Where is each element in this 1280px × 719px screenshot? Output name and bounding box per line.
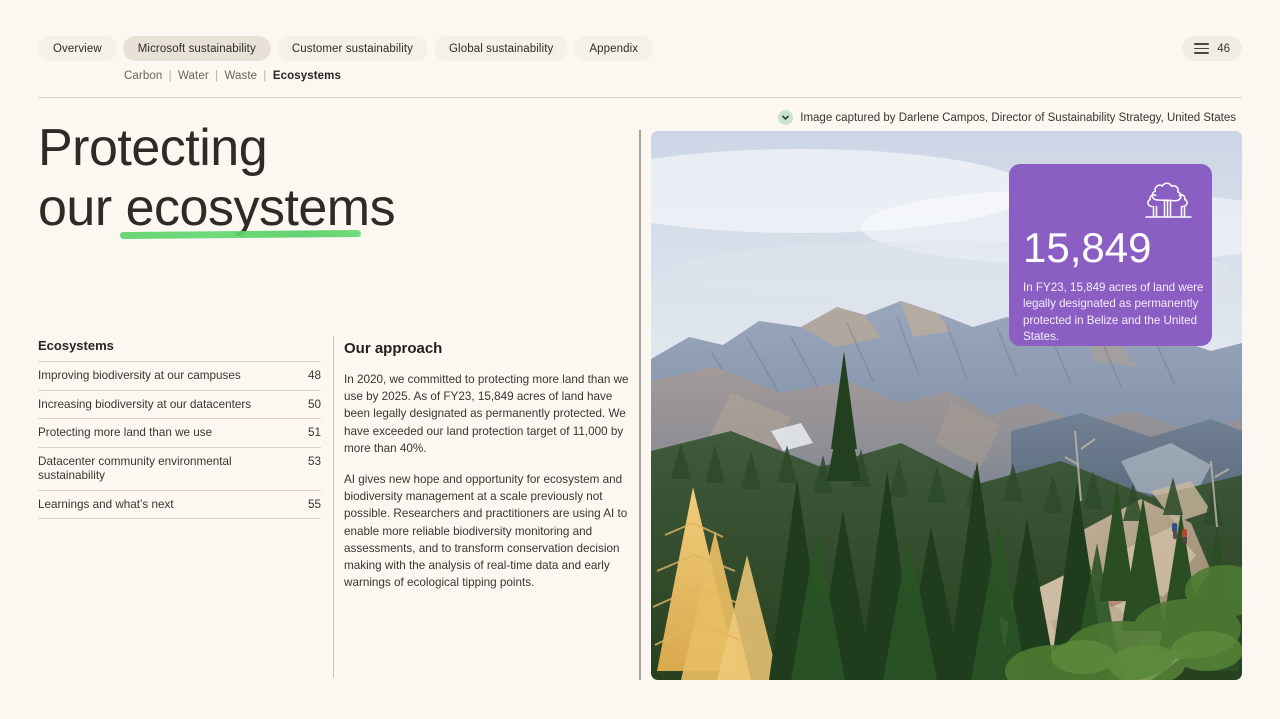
table-row[interactable]: Increasing biodiversity at our datacente… [38, 389, 321, 419]
tab-appendix[interactable]: Appendix [574, 36, 654, 61]
our-approach-paragraph-2: AI gives new hope and opportunity for ec… [344, 473, 628, 590]
toc-item-label: Datacenter community environmental susta… [38, 446, 291, 490]
breadcrumb: Carbon | Water | Waste | Ecosystems [124, 70, 341, 82]
column-divider [333, 336, 334, 678]
page-title-line-1: Protecting [38, 119, 268, 177]
breadcrumb-item-water[interactable]: Water [178, 70, 209, 82]
breadcrumb-separator: | [168, 70, 172, 82]
header-divider [38, 97, 1242, 98]
page-indicator-button[interactable]: 46 [1182, 36, 1242, 61]
breadcrumb-item-carbon[interactable]: Carbon [124, 70, 162, 82]
primary-tab-bar: Overview Microsoft sustainability Custom… [38, 36, 654, 61]
photo-caption: Image captured by Darlene Campos, Direct… [778, 110, 1236, 125]
tab-microsoft-sustainability[interactable]: Microsoft sustainability [122, 36, 271, 61]
toc-item-label: Increasing biodiversity at our datacente… [38, 389, 291, 419]
tab-global-sustainability[interactable]: Global sustainability [434, 36, 569, 61]
chevron-down-circle-icon[interactable] [778, 110, 794, 125]
our-approach-heading: Our approach [344, 340, 443, 357]
tab-customer-sustainability[interactable]: Customer sustainability [276, 36, 429, 61]
toc-item-page: 51 [291, 418, 321, 447]
toc-heading: Ecosystems [38, 338, 114, 353]
table-row[interactable]: Improving biodiversity at our campuses 4… [38, 361, 321, 390]
breadcrumb-separator: | [263, 70, 267, 82]
table-row[interactable]: Learnings and what’s next 55 [38, 489, 321, 519]
tab-overview[interactable]: Overview [38, 36, 117, 61]
breadcrumb-item-ecosystems[interactable]: Ecosystems [273, 70, 341, 82]
stat-description: In FY23, 15,849 acres of land were legal… [1023, 281, 1204, 344]
slide-page: Overview Microsoft sustainability Custom… [0, 0, 1280, 719]
toc-item-label: Improving biodiversity at our campuses [38, 361, 291, 390]
hamburger-menu-icon[interactable] [1194, 43, 1210, 54]
our-approach-paragraph-1: In 2020, we committed to protecting more… [344, 373, 629, 455]
table-row[interactable]: Protecting more land than we use 51 [38, 418, 321, 447]
toc-item-page: 53 [291, 446, 321, 490]
toc-item-page: 50 [291, 389, 321, 419]
photo-column-divider [639, 130, 641, 680]
breadcrumb-item-waste[interactable]: Waste [224, 70, 257, 82]
page-title-line-2: our ecosystems [38, 179, 396, 237]
toc-item-page: 55 [291, 489, 321, 519]
page-title: Protecting our ecosystems [38, 118, 618, 238]
toc-item-label: Protecting more land than we use [38, 418, 291, 447]
toc-item-label: Learnings and what’s next [38, 489, 291, 519]
table-of-contents: Ecosystems Improving biodiversity at our… [38, 338, 321, 519]
stat-callout-card: 15,849 In FY23, 15,849 acres of land wer… [1009, 164, 1212, 346]
page-number: 46 [1217, 42, 1230, 55]
toc-item-page: 48 [291, 361, 321, 390]
our-approach-section: Our approach In 2020, we committed to pr… [344, 340, 632, 605]
stat-value: 15,849 [1023, 224, 1152, 271]
table-row[interactable]: Datacenter community environmental susta… [38, 446, 321, 490]
breadcrumb-separator: | [215, 70, 219, 82]
photo-caption-text: Image captured by Darlene Campos, Direct… [800, 111, 1236, 124]
